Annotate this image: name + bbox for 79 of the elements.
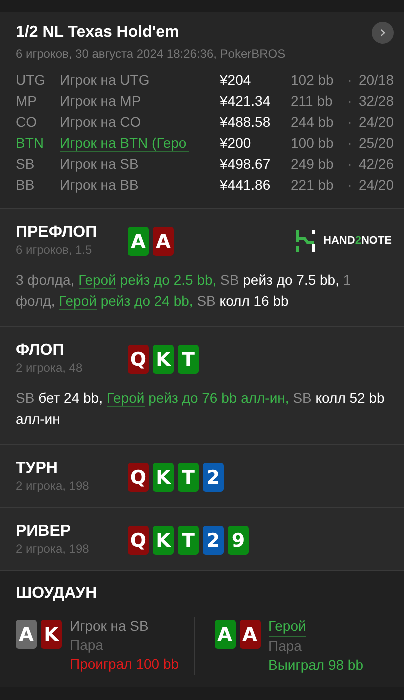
- playing-card: A: [214, 620, 236, 649]
- playing-card: T: [178, 345, 199, 374]
- hero-link[interactable]: Герой: [78, 272, 116, 289]
- playing-card: A: [16, 620, 37, 649]
- separator-dot: ·: [346, 176, 354, 195]
- player-position: CO: [16, 113, 38, 132]
- playing-card: 2: [203, 463, 224, 492]
- playing-card: 2: [203, 526, 224, 555]
- player-name[interactable]: Игрок на BTN (Геро: [60, 133, 220, 154]
- playing-card: A: [153, 227, 174, 256]
- playing-card: Q: [128, 463, 149, 492]
- playing-card: A: [240, 620, 260, 649]
- hero-link[interactable]: Герой: [106, 390, 145, 407]
- player-name: Игрок на SB: [70, 617, 150, 636]
- player-position: SB: [16, 155, 36, 174]
- player-position: BTN: [16, 134, 45, 153]
- playing-card: K: [153, 463, 174, 492]
- result-text: Проиграл 100 bb: [70, 655, 180, 674]
- hand-subtitle: 6 игроков, 30 августа 2024 18:26:36, PokerBROS: [16, 47, 287, 61]
- street-title: ПРЕФЛОП: [16, 224, 98, 242]
- street-title: ТУРН: [16, 460, 59, 478]
- playing-card: Q: [128, 345, 149, 374]
- action-log: 3 фолда, Герой рейз до 2.5 bb, SB рейз до 7.5 bb, 1 фолд, Герой рейз до 24 bb, SB колл 16 bb: [16, 271, 352, 312]
- player-stack: ¥498.67: [220, 155, 272, 174]
- showdown-title: ШОУДАУН: [16, 585, 98, 603]
- street-info: 6 игроков, 1.5: [16, 243, 94, 257]
- hero-link[interactable]: Герой: [59, 293, 97, 310]
- player-name: Игрок на CO: [60, 113, 142, 132]
- player-stats: 25/20: [358, 134, 394, 153]
- player-name: Игрок на MP: [60, 92, 142, 111]
- separator-dot: ·: [346, 71, 354, 90]
- playing-card: 9: [228, 526, 249, 555]
- player-stack: ¥421.34: [220, 92, 272, 111]
- player-stats: 24/20: [358, 113, 394, 132]
- street-info: 2 игрока, 48: [16, 361, 84, 375]
- player-bb: 249 bb: [291, 155, 335, 174]
- player-name: Игрок на SB: [60, 155, 140, 174]
- next-button[interactable]: ›: [372, 22, 394, 44]
- street-title: ФЛОП: [16, 342, 66, 360]
- playing-card: A: [128, 227, 149, 256]
- hand-title: 1/2 NL Texas Hold'em: [16, 24, 180, 42]
- street-info: 2 игрока, 198: [16, 479, 90, 493]
- player-name: Игрок на BB: [60, 176, 140, 195]
- playing-card: Q: [128, 526, 149, 555]
- player-name: Игрок на UTG: [60, 71, 151, 90]
- player-bb: 211 bb: [291, 92, 334, 111]
- logo-icon: [296, 230, 316, 252]
- playing-card: T: [178, 463, 199, 492]
- playing-card: T: [178, 526, 199, 555]
- player-stack: ¥441.86: [220, 176, 272, 195]
- hero-link[interactable]: Герой: [268, 617, 306, 637]
- player-bb: 221 bb: [291, 176, 335, 195]
- separator-dot: ·: [346, 155, 354, 174]
- playing-card: K: [153, 526, 174, 555]
- player-stats: 42/26: [358, 155, 394, 174]
- separator-dot: ·: [346, 92, 354, 111]
- playing-card: K: [153, 345, 174, 374]
- street-info: 2 игрока, 198: [16, 542, 90, 556]
- playing-card: K: [41, 620, 62, 649]
- action-log: SB бет 24 bb, Герой рейз до 76 bb алл-ин, SB колл 52 bb алл-ин: [16, 389, 386, 429]
- street-title: РИВЕР: [16, 523, 72, 541]
- separator-dot: ·: [346, 113, 354, 132]
- player-position: BB: [16, 176, 36, 195]
- logo-text: HAND2NOTE: [324, 235, 392, 247]
- separator-dot: ·: [346, 134, 354, 153]
- hand-rank: Пара: [70, 636, 104, 655]
- player-position: UTG: [16, 71, 47, 90]
- player-stack: ¥200: [220, 134, 252, 153]
- player-stats: 32/28: [358, 92, 394, 111]
- player-bb: 102 bb: [291, 71, 335, 90]
- player-position: MP: [16, 92, 38, 111]
- player-stats: 20/18: [358, 71, 394, 90]
- player-stats: 24/20: [358, 176, 394, 195]
- result-text: Выиграл 98 bb: [268, 656, 364, 675]
- hand-rank: Пара: [268, 637, 303, 656]
- player-bb: 100 bb: [291, 134, 335, 153]
- player-bb: 244 bb: [291, 113, 335, 132]
- player-stack: ¥204: [220, 71, 252, 90]
- player-stack: ¥488.58: [220, 113, 272, 132]
